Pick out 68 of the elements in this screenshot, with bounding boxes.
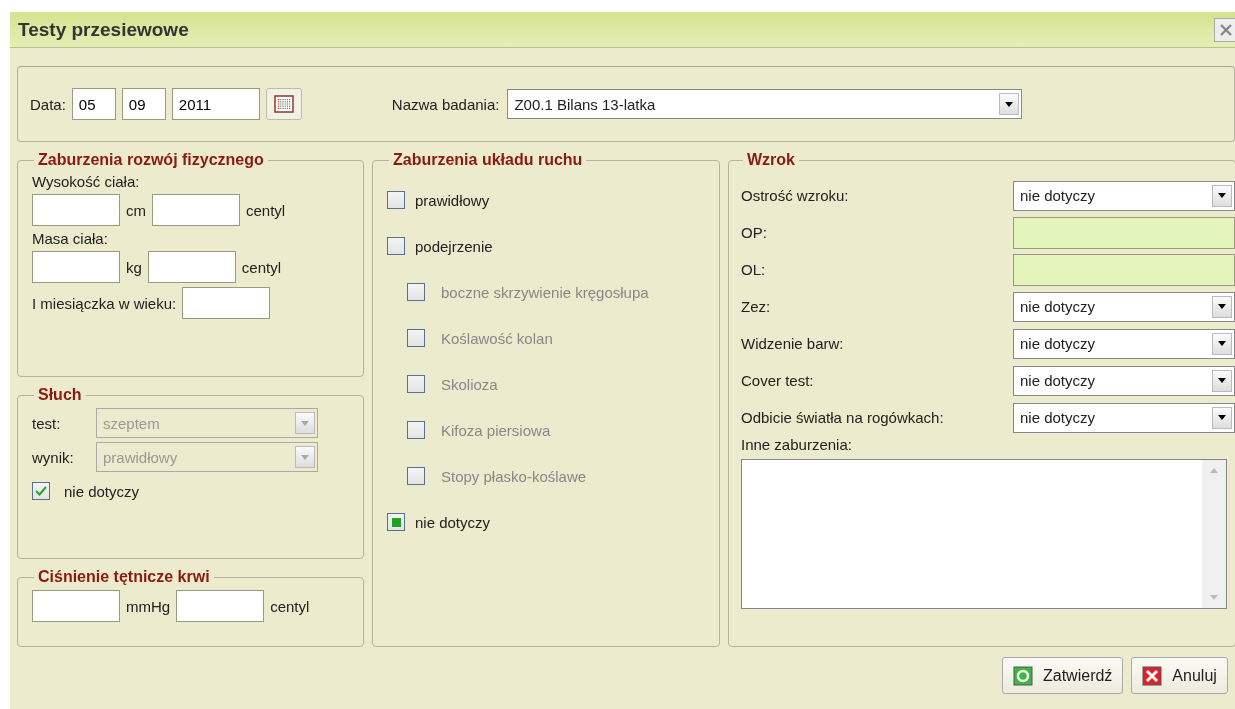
close-icon: [1219, 22, 1233, 37]
calendar-icon: [273, 95, 294, 113]
calendar-button[interactable]: [265, 88, 302, 120]
height-field[interactable]: [32, 194, 120, 226]
centile-field[interactable]: [176, 590, 265, 622]
field-label: Widzenie barw:: [741, 335, 844, 352]
exam-dropdown[interactable]: Z00.1 Bilans 13-latka: [507, 89, 1023, 119]
input-field[interactable]: [1013, 253, 1235, 286]
unit-label: centyl: [241, 258, 282, 276]
input-field[interactable]: [1013, 216, 1235, 249]
field-label: OL:: [741, 261, 766, 278]
field-label: Nazwa badania:: [391, 95, 500, 113]
field-label: Wysokość ciała:: [32, 173, 141, 190]
section-title: Wzrok: [746, 151, 796, 169]
section-title: Zaburzenia rozwój fizycznego: [37, 151, 265, 169]
dropdown[interactable]: nie dotyczy: [1013, 291, 1235, 322]
dropdown[interactable]: nie dotyczy: [1013, 180, 1235, 211]
cross-icon: [1142, 665, 1163, 686]
field-label: Zez:: [741, 298, 771, 315]
section-title: Ciśnienie tętnicze krwi: [37, 568, 211, 586]
section-title: Zaburzenia układu ruchu: [392, 151, 584, 169]
year-field[interactable]: 2011: [171, 88, 260, 120]
checkbox-label: Kifoza piersiowa: [441, 421, 551, 439]
checkbox-label: boczne skrzywienie kręgosłupa: [441, 283, 649, 301]
dropdown[interactable]: nie dotyczy: [1013, 365, 1235, 396]
checkbox[interactable]: [387, 237, 405, 255]
field-label: Ostrość wzroku:: [741, 187, 849, 204]
unit-label: mmHg: [126, 597, 171, 615]
dropdown[interactable]: nie dotyczy: [1013, 328, 1235, 359]
field-label: Inne zaburzenia:: [741, 436, 853, 453]
section-title: Słuch: [37, 386, 83, 404]
pressure-field[interactable]: [32, 590, 120, 622]
checkbox-label: nie dotyczy: [64, 482, 140, 500]
day-field[interactable]: 05: [71, 88, 116, 120]
scroll-up-icon: [1210, 468, 1218, 473]
unit-label: cm: [126, 201, 146, 219]
age-field[interactable]: [182, 287, 271, 319]
checkbox-label: Skolioza: [441, 375, 498, 393]
checkbox-label: prawidłowy: [415, 191, 490, 209]
field-label: I miesiączka w wieku:: [32, 294, 177, 312]
unit-label: centyl: [246, 201, 286, 219]
field-label: Odbicie światła na rogówkach:: [741, 409, 944, 426]
field-label: OP:: [741, 224, 767, 241]
checkbox-label: Stopy płasko-koślawe: [441, 467, 587, 485]
month-field[interactable]: 09: [121, 88, 166, 120]
dropdown[interactable]: nie dotyczy: [1013, 402, 1235, 433]
cancel-button[interactable]: Anuluj: [1131, 657, 1228, 694]
confirm-button[interactable]: Zatwierdź: [1002, 657, 1124, 694]
checkbox[interactable]: [387, 191, 405, 209]
scroll-down-icon: [1210, 595, 1218, 600]
field-label: Masa ciała:: [32, 230, 109, 247]
field-label: test:: [32, 414, 62, 432]
checkbox-label: Koślawość kolan: [441, 329, 553, 347]
mass-field[interactable]: [32, 251, 120, 283]
checkbox[interactable]: [32, 482, 50, 500]
window-title: Testy przesiewowe: [18, 18, 189, 41]
unit-label: centyl: [270, 597, 310, 615]
field-label: Data:: [30, 95, 66, 113]
centile-field[interactable]: [147, 251, 236, 283]
field-label: wynik:: [32, 448, 75, 466]
checkbox-label: nie dotyczy: [415, 513, 491, 531]
field-label: Cover test:: [741, 372, 814, 389]
close-button[interactable]: [1214, 17, 1235, 42]
scrollbar[interactable]: [1202, 460, 1226, 608]
checkbox[interactable]: [387, 513, 405, 531]
checkbox-label: podejrzenie: [415, 237, 493, 255]
centile-field[interactable]: [152, 194, 240, 226]
unit-label: kg: [126, 258, 142, 276]
